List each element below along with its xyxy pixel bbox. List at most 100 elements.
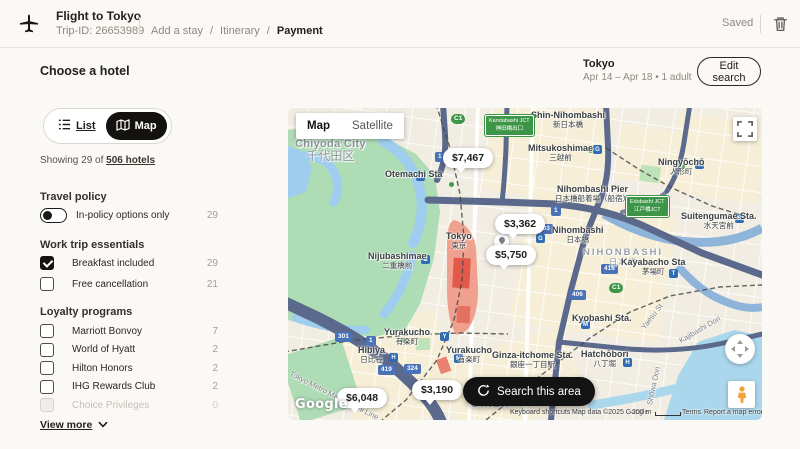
saved-status[interactable]: Saved	[722, 17, 753, 29]
filter-label: Marriott Bonvoy	[72, 326, 212, 337]
breadcrumb-payment[interactable]: Payment	[277, 25, 323, 37]
road-shield: 301	[335, 332, 352, 342]
hotel-price-pin[interactable]: $5,750	[486, 245, 536, 265]
loyalty-filter-row[interactable]: Choice Privileges 0	[40, 398, 218, 412]
breadcrumb-itinerary[interactable]: Itinerary	[220, 25, 260, 37]
essentials-filter-list: Breakfast included 29 Free cancellation …	[40, 256, 218, 291]
filter-label: IHG Rewards Club	[72, 381, 212, 392]
road-shield: C1	[451, 114, 465, 124]
essentials-filter-row[interactable]: Free cancellation 21	[40, 277, 218, 291]
loyalty-filter-row[interactable]: IHG Rewards Club 2	[40, 380, 218, 394]
road-shield: 324	[404, 364, 421, 374]
toggle-knob	[43, 211, 52, 220]
checkbox[interactable]	[40, 277, 54, 291]
report-map-error-link[interactable]: Report a map error	[704, 409, 762, 416]
filter-count: 2	[212, 381, 218, 392]
road-shield: C1	[609, 283, 623, 293]
loyalty-filter-row[interactable]: Hilton Honors 2	[40, 361, 218, 375]
junction-sign-line1: Edobashi JCT	[630, 199, 665, 205]
junction-sign-line1: Kandabashi JCT	[489, 118, 530, 124]
filter-count: 29	[207, 258, 218, 269]
chevron-down-icon	[98, 419, 108, 431]
results-count-text: Showing 29 of	[40, 155, 103, 166]
map-label: Hibiya 日比谷	[358, 346, 385, 364]
road-shield: 406	[569, 290, 586, 300]
essentials-filter-row[interactable]: Breakfast included 29	[40, 256, 218, 270]
map-icon	[116, 118, 130, 135]
essentials-heading: Work trip essentials	[40, 239, 144, 251]
map-type-satellite-button[interactable]: Satellite	[341, 113, 404, 139]
results-count: Showing 29 of 506 hotels	[40, 155, 155, 166]
date-summary: Apr 14 – Apr 18 • 1 adult	[583, 72, 692, 83]
hotel-price-pin[interactable]: $3,190	[412, 380, 462, 400]
map-label-subtext: 銀座一丁目駅	[492, 361, 573, 369]
terms-link[interactable]: Terms	[682, 409, 701, 416]
map-label-subtext: 新日本橋	[531, 121, 605, 129]
filter-label: Free cancellation	[72, 279, 207, 290]
breadcrumb-separator: /	[267, 25, 270, 37]
filter-label: Breakfast included	[72, 258, 207, 269]
road-shield: 419	[378, 365, 395, 375]
pan-control[interactable]	[725, 334, 755, 364]
checkbox[interactable]	[40, 324, 54, 338]
loyalty-filter-row[interactable]: Marriott Bonvoy 7	[40, 324, 218, 338]
map-view-button[interactable]: Map	[106, 112, 167, 140]
google-logo[interactable]: Google	[295, 397, 348, 412]
filter-count: 7	[212, 326, 218, 337]
filter-count: 2	[212, 363, 218, 374]
search-this-area-button[interactable]: Search this area	[463, 377, 595, 406]
map-label: Otemachi Sta	[385, 170, 443, 180]
map-scale-bar	[655, 412, 681, 416]
map-scale-label: 200 m	[632, 409, 651, 416]
trip-id: Trip-ID: 26653989	[56, 25, 144, 37]
list-icon	[58, 118, 71, 134]
map-label: Nijubashimae 二重橋前	[368, 252, 427, 270]
app-window: Flight to Tokyo Trip-ID: 26653989 Add a …	[0, 0, 800, 449]
map-label-subtext: 千代田区	[295, 150, 366, 163]
keyboard-shortcuts-link[interactable]: Keyboard shortcuts	[510, 409, 570, 416]
view-more-link[interactable]: View more	[40, 419, 108, 431]
pegman-streetview-control[interactable]	[728, 381, 755, 408]
loyalty-filter-row[interactable]: World of Hyatt 2	[40, 343, 218, 357]
map-label-subtext: 水天宮前	[681, 222, 757, 230]
refresh-icon	[477, 384, 490, 400]
junction-sign-line2: 江戸橋JCT	[634, 207, 661, 213]
map-label-subtext: 日比谷	[358, 356, 385, 364]
map-label: Chiyoda City 千代田区	[295, 138, 366, 163]
map-label-subtext: 有楽町	[384, 338, 430, 346]
trash-icon[interactable]	[772, 15, 790, 33]
map-label: Suitengumae Sta. 水天宮前	[681, 212, 757, 230]
hotel-price-pin[interactable]: $3,362	[495, 214, 545, 234]
fullscreen-button[interactable]	[733, 117, 757, 141]
checkbox[interactable]	[40, 343, 54, 357]
results-count-link[interactable]: 506 hotels	[106, 155, 155, 166]
in-policy-label: In-policy options only	[76, 210, 207, 221]
road-shield: 1	[551, 206, 561, 216]
map-label-subtext: 東京	[446, 242, 472, 250]
junction-sign-line2: 神田橋出口	[496, 126, 524, 132]
filter-count: 2	[212, 344, 218, 355]
list-view-label: List	[76, 120, 96, 132]
in-policy-toggle-row[interactable]: In-policy options only 29	[40, 208, 218, 223]
search-this-area-label: Search this area	[497, 386, 581, 398]
map-label: Nihombashi Pier 日本橋船着場（船宿）	[555, 185, 630, 203]
breadcrumb: Add a stay / Itinerary / Payment	[151, 25, 323, 37]
hotel-price-pin[interactable]: $7,467	[443, 148, 493, 168]
checkbox[interactable]	[40, 380, 54, 394]
junction-sign: Edobashi JCT 江戸橋JCT	[626, 196, 669, 217]
checkbox[interactable]	[40, 256, 54, 270]
checkbox[interactable]	[40, 361, 54, 375]
map-label-text: Otemachi Sta	[385, 170, 443, 180]
transit-station-icon: Y	[440, 332, 449, 341]
breadcrumb-add-a-stay[interactable]: Add a stay	[151, 25, 203, 37]
list-view-button[interactable]: List	[48, 112, 106, 140]
map-scale: 200 m	[632, 409, 681, 416]
map-label: Tokyo 東京	[446, 232, 472, 250]
map-label: Kyobashi Sta.	[572, 314, 632, 324]
edit-search-button[interactable]: Edit search	[697, 57, 761, 86]
map-type-map-button[interactable]: Map	[296, 113, 341, 139]
in-policy-toggle[interactable]	[40, 208, 67, 223]
checkbox[interactable]	[40, 398, 54, 412]
filter-label: World of Hyatt	[72, 344, 212, 355]
view-toggle: List Map	[43, 108, 172, 144]
